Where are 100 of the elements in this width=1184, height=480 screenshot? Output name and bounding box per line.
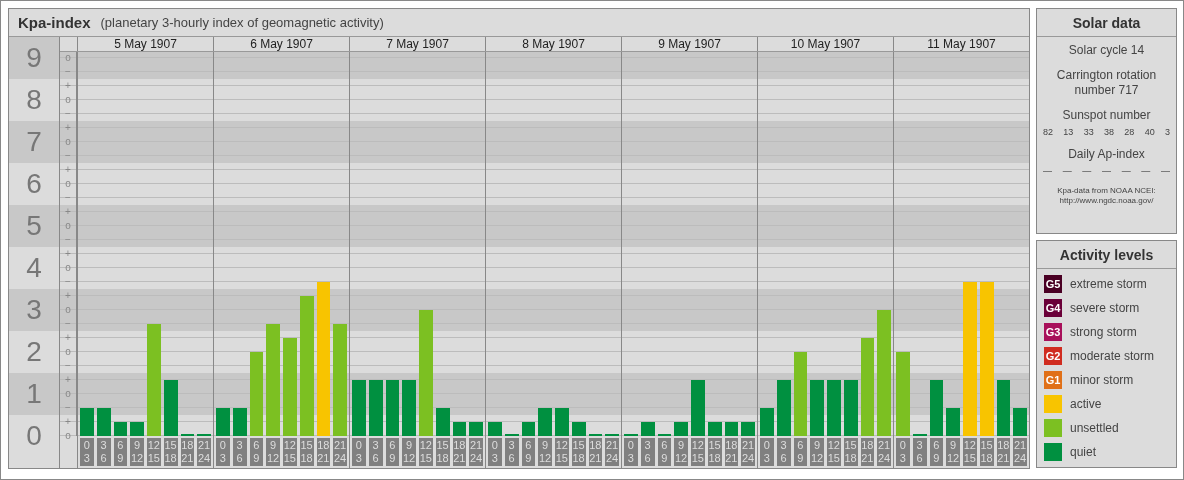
time-range-label: 0 3: [488, 438, 502, 466]
minor-tick-label: −: [64, 359, 72, 373]
time-range-label: 3 6: [368, 438, 383, 466]
time-range-label: 0 3: [216, 438, 230, 466]
time-range-label: 21 24: [605, 438, 619, 466]
time-range-label: 21 24: [1013, 438, 1027, 466]
day-header: 10 May 1907: [757, 37, 893, 51]
minor-tick-label: +: [64, 79, 72, 93]
time-range-label: 21 24: [877, 438, 891, 466]
legend-label: minor storm: [1070, 373, 1134, 387]
sunspot-value: 38: [1104, 127, 1114, 137]
day-header: 11 May 1907: [893, 37, 1029, 51]
minor-tick-label: −: [64, 233, 72, 247]
time-range-label: 3 6: [912, 438, 927, 466]
time-range-label: 0 3: [80, 438, 94, 466]
minor-tick-label: −: [64, 149, 72, 163]
time-range-label: 15 18: [843, 438, 858, 466]
time-range-label: 9 12: [674, 438, 688, 466]
time-range-label: 0 3: [352, 438, 366, 466]
ap-index-value: —: [1101, 166, 1111, 176]
time-range-label: 21 24: [469, 438, 483, 466]
y-axis-label: 3: [9, 289, 59, 331]
time-range-label: 9 12: [402, 438, 416, 466]
day-header: 8 May 1907: [485, 37, 621, 51]
legend-swatch: G2: [1044, 347, 1062, 365]
chart-title: Kpa-index: [18, 14, 91, 31]
legend-label: quiet: [1070, 445, 1097, 459]
legend-label: moderate storm: [1070, 349, 1155, 363]
sunspot-value: 40: [1144, 127, 1155, 137]
time-range-label: 6 9: [249, 438, 264, 466]
time-range-label: 15 18: [435, 438, 450, 466]
carrington-rotation-text: Carrington rotation number 717: [1055, 68, 1158, 98]
time-range-label: 9 12: [538, 438, 552, 466]
time-range-label: 0 3: [624, 438, 638, 466]
time-range-label: 15 18: [979, 438, 994, 466]
legend-swatch: G3: [1044, 323, 1062, 341]
minor-tick-label: +: [64, 289, 72, 303]
time-range-label: 12 15: [147, 438, 161, 466]
chart-subtitle: (planetary 3-hourly index of geomagnetic activity): [100, 15, 384, 30]
ap-index-value: —: [1082, 166, 1092, 176]
time-range-label: 15 18: [299, 438, 314, 466]
minor-tick-label: −: [64, 401, 72, 415]
ap-index-label: Daily Ap-index: [1068, 147, 1145, 162]
day-header: 7 May 1907: [349, 37, 485, 51]
time-range-label: 6 9: [521, 438, 536, 466]
time-range-label: 9 12: [266, 438, 280, 466]
time-range-label: 18 21: [860, 438, 875, 466]
minor-tick-label: o: [64, 345, 72, 359]
minor-tick-label: +: [64, 331, 72, 345]
time-range-label: 21 24: [333, 438, 347, 466]
y-axis-label: 1: [9, 373, 59, 415]
time-range-label: 6 9: [929, 438, 944, 466]
time-range-label: 12 15: [419, 438, 433, 466]
time-range-label: 18 21: [180, 438, 195, 466]
legend-label: extreme storm: [1070, 277, 1147, 291]
minor-tick-label: −: [64, 191, 72, 205]
minor-tick-label: o: [64, 93, 72, 107]
minor-tick-label: −: [64, 317, 72, 331]
ap-index-value: —: [1160, 166, 1170, 176]
time-range-label: 15 18: [707, 438, 722, 466]
minor-tick-label: +: [64, 163, 72, 177]
minor-tick-label: +: [64, 247, 72, 261]
time-range-label: 6 9: [657, 438, 672, 466]
time-range-label: 3 6: [232, 438, 247, 466]
legend-swatch: G5: [1044, 275, 1062, 293]
time-range-label: 18 21: [588, 438, 603, 466]
time-range-label: 12 15: [555, 438, 569, 466]
solar-cycle-text: Solar cycle 14: [1068, 43, 1145, 58]
day-header: 9 May 1907: [621, 37, 757, 51]
sunspot-value: 33: [1083, 127, 1094, 137]
time-range-label: 0 3: [760, 438, 774, 466]
time-range-label: 21 24: [741, 438, 755, 466]
y-axis-label: 9: [9, 37, 59, 79]
panel-title: Activity levels: [1037, 241, 1176, 269]
time-range-label: 12 15: [963, 438, 977, 466]
panel-title: Solar data: [1037, 9, 1176, 37]
minor-tick-label: +: [64, 415, 72, 429]
time-range-label: 6 9: [385, 438, 400, 466]
time-range-label: 21 24: [197, 438, 211, 466]
source-url: http://www.ngdc.noaa.gov/: [1058, 196, 1155, 206]
time-range-label: 9 12: [810, 438, 824, 466]
time-range-label: 15 18: [163, 438, 178, 466]
sunspot-value: 13: [1063, 127, 1074, 137]
minor-tick-label: +: [64, 121, 72, 135]
legend-swatch: G4: [1044, 299, 1062, 317]
time-range-label: 3 6: [776, 438, 791, 466]
ap-index-value: —: [1141, 166, 1151, 176]
time-range-label: 0 3: [896, 438, 910, 466]
minor-tick-label: +: [64, 205, 72, 219]
ap-index-value: —: [1043, 166, 1052, 176]
time-range-label: 15 18: [571, 438, 586, 466]
minor-tick-label: −: [64, 275, 72, 289]
time-range-label: 3 6: [640, 438, 655, 466]
day-header: 5 May 1907: [77, 37, 213, 51]
time-range-label: 18 21: [316, 438, 331, 466]
minor-tick-label: −: [64, 65, 72, 79]
legend-swatch: G1: [1044, 371, 1062, 389]
time-range-label: 9 12: [946, 438, 960, 466]
ap-index-value: —: [1062, 166, 1072, 176]
time-range-label: 12 15: [283, 438, 297, 466]
